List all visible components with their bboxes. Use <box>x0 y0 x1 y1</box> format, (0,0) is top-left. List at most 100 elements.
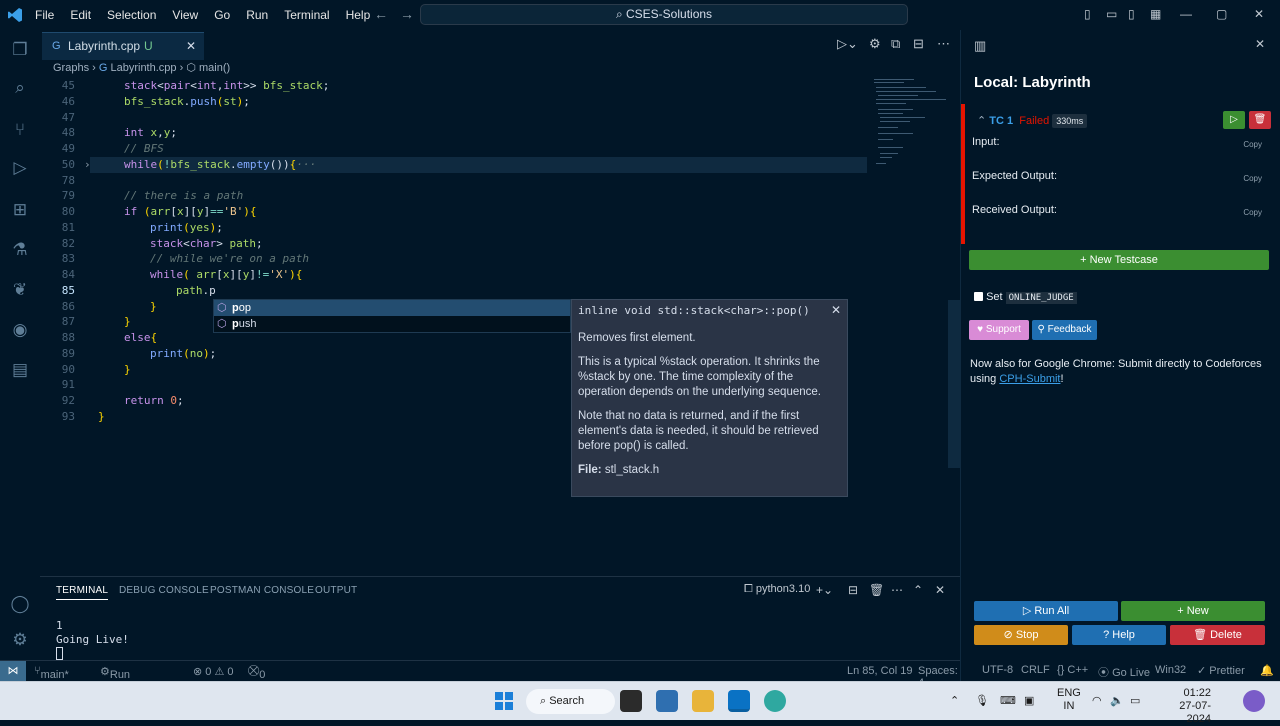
store-icon[interactable] <box>656 690 678 712</box>
code-line[interactable]: 81 print(yes); <box>40 220 960 236</box>
windows-start-icon[interactable] <box>493 690 515 712</box>
tab-postman-console[interactable]: POSTMAN CONSOLE <box>210 585 314 596</box>
window-close-icon[interactable]: ✕ <box>1254 7 1264 21</box>
close-panel-icon[interactable]: ✕ <box>935 583 945 597</box>
encoding-status[interactable]: UTF-8 <box>982 664 1013 676</box>
branch-status[interactable]: ⑂ main* <box>34 665 69 681</box>
received-output-field[interactable]: Received Output: Copy <box>972 204 1262 217</box>
breadcrumb-file[interactable]: Labyrinth.cpp <box>110 62 176 74</box>
eol-status[interactable]: CRLF <box>1021 664 1050 676</box>
platform-status[interactable]: Win32 <box>1155 664 1186 676</box>
edge-icon[interactable] <box>764 690 786 712</box>
code-line[interactable]: 83 // while we're on a path <box>40 251 960 267</box>
remote-indicator-icon[interactable]: ⋈ <box>0 661 26 682</box>
manage-gear-icon[interactable]: ⚙ <box>10 630 30 650</box>
volume-icon[interactable]: 🔈 <box>1110 694 1124 707</box>
docker-icon[interactable]: ▤ <box>10 360 30 380</box>
close-details-icon[interactable]: ✕ <box>831 303 841 317</box>
testcase-header[interactable]: ⌃ TC 1 Failed 330ms <box>977 114 1088 128</box>
minimap[interactable] <box>870 77 950 177</box>
postman-icon[interactable]: ◉ <box>10 320 30 340</box>
maximize-icon[interactable]: ▢ <box>1216 7 1227 21</box>
more-actions-icon[interactable]: ⋯ <box>937 36 950 52</box>
input-field[interactable]: Input: Copy <box>972 136 1262 149</box>
code-line[interactable]: 45 stack<pair<int,int>> bfs_stack; <box>40 78 960 94</box>
terminal-cursor[interactable] <box>56 647 63 660</box>
tab-output[interactable]: OUTPUT <box>315 585 357 596</box>
menu-item-selection[interactable]: Selection <box>99 8 164 22</box>
extensions-icon[interactable]: ⊞ <box>10 200 30 220</box>
code-line[interactable]: 85 path.p <box>40 283 960 299</box>
account-icon[interactable]: ◯ <box>10 594 30 614</box>
run-debug-icon[interactable]: ▷ <box>10 158 30 178</box>
menu-item-terminal[interactable]: Terminal <box>276 8 337 22</box>
expected-output-field[interactable]: Expected Output: Copy <box>972 170 1262 183</box>
search-icon[interactable]: ⌕ <box>10 78 30 98</box>
wifi-icon[interactable]: ◠ <box>1092 694 1102 707</box>
prettier-status[interactable]: ✓ Prettier <box>1197 664 1245 677</box>
new-button[interactable]: + New <box>1121 601 1265 621</box>
cursor-position[interactable]: Ln 85, Col 19 <box>847 665 912 677</box>
copy-input-button[interactable]: Copy <box>1243 140 1262 149</box>
more-actions-icon[interactable]: ⋯ <box>891 583 903 597</box>
run-all-button[interactable]: ▷ Run All <box>974 601 1118 621</box>
notifications-icon[interactable]: 🔔 <box>1260 664 1274 677</box>
input-language[interactable]: ENG IN <box>1057 687 1081 713</box>
code-line[interactable]: 50 › while(!bfs_stack.empty()){··· <box>40 157 960 173</box>
code-line[interactable]: 47 <box>40 110 960 126</box>
feedback-button[interactable]: ⚲ Feedback <box>1032 320 1097 340</box>
editor-scrollbar[interactable] <box>948 300 960 468</box>
run-file-icon[interactable]: ▷⌄ <box>837 36 858 52</box>
support-button[interactable]: ♥ Support <box>969 320 1029 340</box>
trash-icon[interactable]: 🗑 <box>869 583 884 597</box>
split-terminal-icon[interactable]: ⊟ <box>848 583 858 597</box>
microphone-icon[interactable]: 🎙 <box>975 694 989 707</box>
copy-expected-button[interactable]: Copy <box>1243 174 1262 183</box>
copilot-icon[interactable] <box>1243 690 1265 712</box>
online-judge-checkbox[interactable] <box>974 292 983 301</box>
code-line[interactable]: 49 // BFS <box>40 141 960 157</box>
menu-item-run[interactable]: Run <box>238 8 276 22</box>
stop-button[interactable]: ⊘ Stop <box>974 625 1068 645</box>
close-sidebar-icon[interactable]: ✕ <box>1255 37 1265 51</box>
vscode-taskbar-icon[interactable] <box>728 690 750 712</box>
mongodb-icon[interactable]: ❦ <box>10 280 30 300</box>
new-testcase-button[interactable]: + New Testcase <box>969 250 1269 270</box>
open-changes-icon[interactable]: ⧉ <box>891 36 900 52</box>
file-explorer-icon[interactable] <box>692 690 714 712</box>
tab-terminal[interactable]: TERMINAL <box>56 585 109 600</box>
menu-item-help[interactable]: Help <box>338 8 379 22</box>
terminal-shell-selector[interactable]: ⧠ python3.10 <box>744 583 810 596</box>
code-line[interactable]: 48 int x,y; <box>40 125 960 141</box>
customize-layout-icon[interactable]: ▦ <box>1150 7 1161 21</box>
battery-icon[interactable]: ▭ <box>1130 694 1140 707</box>
suggest-item-push[interactable]: ⬡ push <box>214 316 570 332</box>
go-live-status[interactable]: ⦿ Go Live <box>1098 664 1150 680</box>
code-line[interactable]: 82 stack<char> path; <box>40 236 960 252</box>
menu-item-file[interactable]: File <box>27 8 62 22</box>
delete-button[interactable]: 🗑 Delete <box>1170 625 1265 645</box>
cph-submit-link[interactable]: CPH-Submit <box>999 373 1060 385</box>
problems-status[interactable]: ⊗ 0 ⚠ 0 <box>193 665 233 678</box>
toggle-panel-icon[interactable]: ▭ <box>1106 7 1117 21</box>
toggle-secondary-sidebar-icon[interactable]: ▯ <box>1128 7 1135 21</box>
nav-arrows-icon[interactable]: ←→ <box>374 6 426 22</box>
settings-gear-icon[interactable]: ⚙ <box>869 36 881 52</box>
command-center-search[interactable]: ⌕ CSES-Solutions <box>420 4 908 25</box>
testing-icon[interactable]: ⚗ <box>10 240 30 260</box>
clock[interactable]: 01:22 27-07-2024 <box>1157 687 1211 726</box>
copy-received-button[interactable]: Copy <box>1243 208 1262 217</box>
toggle-sidebar-icon[interactable]: ▯ <box>1084 7 1091 21</box>
language-status[interactable]: {} C++ <box>1057 664 1088 676</box>
new-terminal-icon[interactable]: +⌄ <box>816 583 833 597</box>
run-testcase-button[interactable]: ▷ <box>1223 111 1245 129</box>
explorer-icon[interactable]: ❐ <box>10 40 30 60</box>
maximize-panel-icon[interactable]: ⌃ <box>913 583 923 597</box>
run-testcases-status[interactable]: ⚙ Run Testcases <box>100 665 159 693</box>
ports-status[interactable]: ⛒ 0 <box>248 665 265 681</box>
code-line[interactable]: 78 <box>40 173 960 189</box>
split-editor-icon[interactable]: ⊟ <box>913 36 924 52</box>
taskbar-search[interactable]: ⌕ Search <box>526 689 615 714</box>
show-hidden-icons-icon[interactable]: ⌃ <box>950 694 959 707</box>
suggest-item-pop[interactable]: ⬡ pop <box>214 300 570 316</box>
